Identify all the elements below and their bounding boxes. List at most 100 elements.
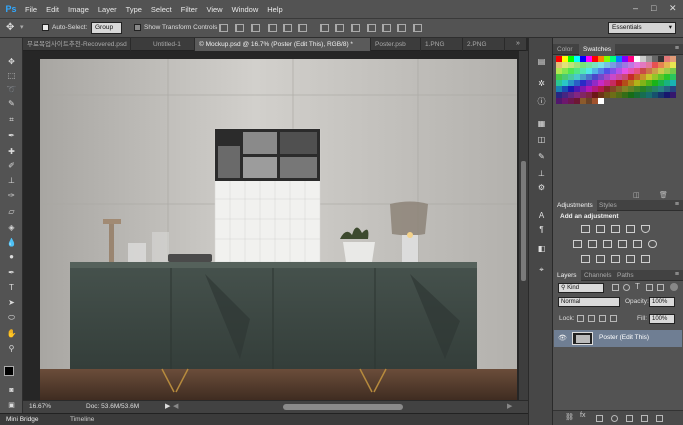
quick-select-tool-icon[interactable]: ✎	[5, 98, 18, 109]
distribute-hcenter-icon[interactable]	[382, 24, 391, 32]
tab-recovered-psd[interactable]: 무료목업사이트추천-Recovered.psd	[23, 38, 131, 51]
menu-help[interactable]: Help	[267, 5, 282, 14]
dodge-tool-icon[interactable]: ●	[5, 251, 18, 262]
ellipse-tool-icon[interactable]: ⬭	[5, 312, 18, 323]
filter-adjustment-icon[interactable]	[623, 284, 630, 291]
swatch-cell[interactable]	[562, 104, 568, 110]
menu-view[interactable]: View	[206, 5, 222, 14]
channel-mixer-icon[interactable]	[648, 240, 657, 248]
levels-icon[interactable]	[596, 225, 605, 233]
lock-image-icon[interactable]	[588, 315, 595, 322]
blend-mode-dropdown[interactable]: Normal	[558, 297, 620, 307]
menu-image[interactable]: Image	[68, 5, 89, 14]
panel-menu-icon[interactable]: ≡	[675, 271, 679, 278]
distribute-bottom-icon[interactable]	[351, 24, 360, 32]
auto-select-checkbox[interactable]	[42, 24, 49, 31]
clone-source-icon[interactable]: ⊥	[535, 168, 548, 179]
tab-2-png[interactable]: 2.PNG	[463, 38, 505, 51]
fill-input[interactable]: 100%	[649, 314, 675, 324]
selective-color-icon[interactable]	[626, 255, 635, 263]
brush-tool-icon[interactable]: ✐	[5, 160, 18, 171]
black-white-icon[interactable]	[618, 240, 627, 248]
document-canvas[interactable]	[23, 51, 519, 400]
layer-filter-dropdown[interactable]: ⚲ Kind	[558, 283, 604, 293]
tab-layers[interactable]: Layers	[553, 270, 581, 281]
path-selection-tool-icon[interactable]: ➤	[5, 297, 18, 308]
photo-filter-icon[interactable]	[633, 240, 642, 248]
zoom-level[interactable]: 16.67%	[29, 403, 51, 410]
close-button[interactable]: ✕	[669, 3, 677, 14]
screen-mode-icon[interactable]: ▣	[5, 400, 18, 411]
align-vcenter-icon[interactable]	[235, 24, 244, 32]
add-mask-icon[interactable]	[596, 415, 603, 422]
tab-poster-psb[interactable]: Poster.psb	[371, 38, 421, 51]
color-lookup-icon[interactable]	[641, 255, 650, 263]
quick-mask-icon[interactable]: ◙	[5, 385, 18, 396]
distribute-vcenter-icon[interactable]	[335, 24, 344, 32]
panel-menu-icon[interactable]: ≡	[675, 45, 679, 52]
tab-styles[interactable]: Styles	[595, 200, 621, 211]
navigator-icon[interactable]: ◫	[535, 134, 548, 145]
align-bottom-icon[interactable]	[251, 24, 260, 32]
crop-tool-icon[interactable]: ⌗	[5, 114, 18, 125]
paint-bucket-tool-icon[interactable]: ◈	[5, 222, 18, 233]
status-menu-arrow-icon[interactable]: ▶	[165, 402, 170, 410]
vertical-scroll-thumb[interactable]	[521, 161, 526, 281]
menu-edit[interactable]: Edit	[46, 5, 59, 14]
pen-tool-icon[interactable]: ✒	[5, 267, 18, 278]
hue-saturation-icon[interactable]	[588, 240, 597, 248]
lock-position-icon[interactable]	[599, 315, 606, 322]
filter-toggle-icon[interactable]	[670, 283, 678, 291]
blur-tool-icon[interactable]: 💧	[5, 237, 18, 248]
distribute-left-icon[interactable]	[367, 24, 376, 32]
align-hcenter-icon[interactable]	[283, 24, 292, 32]
lasso-tool-icon[interactable]: ➰	[5, 84, 18, 95]
swatches-dock-icon[interactable]: ▦	[535, 118, 548, 129]
delete-layer-icon[interactable]	[656, 415, 663, 422]
swatch-grid[interactable]	[556, 56, 676, 131]
menu-filter[interactable]: Filter	[181, 5, 198, 14]
horizontal-scroll-thumb[interactable]	[283, 404, 403, 410]
layer-row-poster[interactable]: 👁 Poster (Edit This)	[554, 330, 682, 347]
more-tabs-icon[interactable]: »	[516, 40, 520, 47]
lock-all-icon[interactable]	[610, 315, 617, 322]
invert-icon[interactable]	[581, 255, 590, 263]
auto-select-dropdown[interactable]: Group	[91, 22, 122, 34]
tab-adjustments[interactable]: Adjustments	[553, 200, 597, 211]
gradient-map-icon[interactable]	[641, 225, 650, 233]
tool-presets-icon[interactable]: ⚙	[535, 182, 548, 193]
menu-layer[interactable]: Layer	[98, 5, 117, 14]
tab-color[interactable]: Color	[553, 44, 577, 55]
paragraph-panel-icon[interactable]: ¶	[535, 224, 548, 235]
eyedropper-tool-icon[interactable]: ✒	[5, 130, 18, 141]
align-right-icon[interactable]	[298, 24, 307, 32]
clone-stamp-tool-icon[interactable]: ⊥	[5, 175, 18, 186]
tab-mockup-psd[interactable]: © Mockup.psd @ 16.7% (Poster (Edit This)…	[195, 38, 371, 51]
align-top-icon[interactable]	[219, 24, 228, 32]
zoom-tool-icon[interactable]: ⚲	[5, 343, 18, 354]
transform-controls-checkbox[interactable]	[134, 24, 141, 31]
threshold-icon[interactable]	[611, 255, 620, 263]
menu-file[interactable]: File	[25, 5, 37, 14]
paths-dock-icon[interactable]: ⌖	[535, 264, 548, 275]
distribute-right-icon[interactable]	[397, 24, 406, 32]
marquee-tool-icon[interactable]: ⬚	[5, 70, 18, 81]
tab-swatches[interactable]: Swatches	[579, 44, 616, 55]
tool-preset-chevron-icon[interactable]: ▾	[20, 23, 24, 31]
maximize-button[interactable]: □	[651, 3, 656, 13]
layer-style-icon[interactable]: fx	[580, 412, 585, 419]
hand-tool-icon[interactable]: ✋	[5, 328, 18, 339]
distribute-top-icon[interactable]	[320, 24, 329, 32]
menu-type[interactable]: Type	[126, 5, 142, 14]
lock-transparent-icon[interactable]	[577, 315, 584, 322]
scroll-right-arrow-icon[interactable]: ▶	[507, 402, 512, 410]
swatch-cell[interactable]	[670, 98, 676, 104]
new-swatch-icon[interactable]: ◫	[633, 191, 640, 199]
layer-name[interactable]: Poster (Edit This)	[599, 334, 649, 341]
new-layer-icon[interactable]	[641, 415, 648, 422]
layer-visibility-eye-icon[interactable]: 👁	[558, 334, 567, 342]
menu-window[interactable]: Window	[232, 5, 259, 14]
move-tool-icon[interactable]: ✥	[6, 22, 14, 33]
new-adjustment-layer-icon[interactable]	[611, 415, 618, 422]
filter-shape-icon[interactable]	[646, 284, 653, 291]
